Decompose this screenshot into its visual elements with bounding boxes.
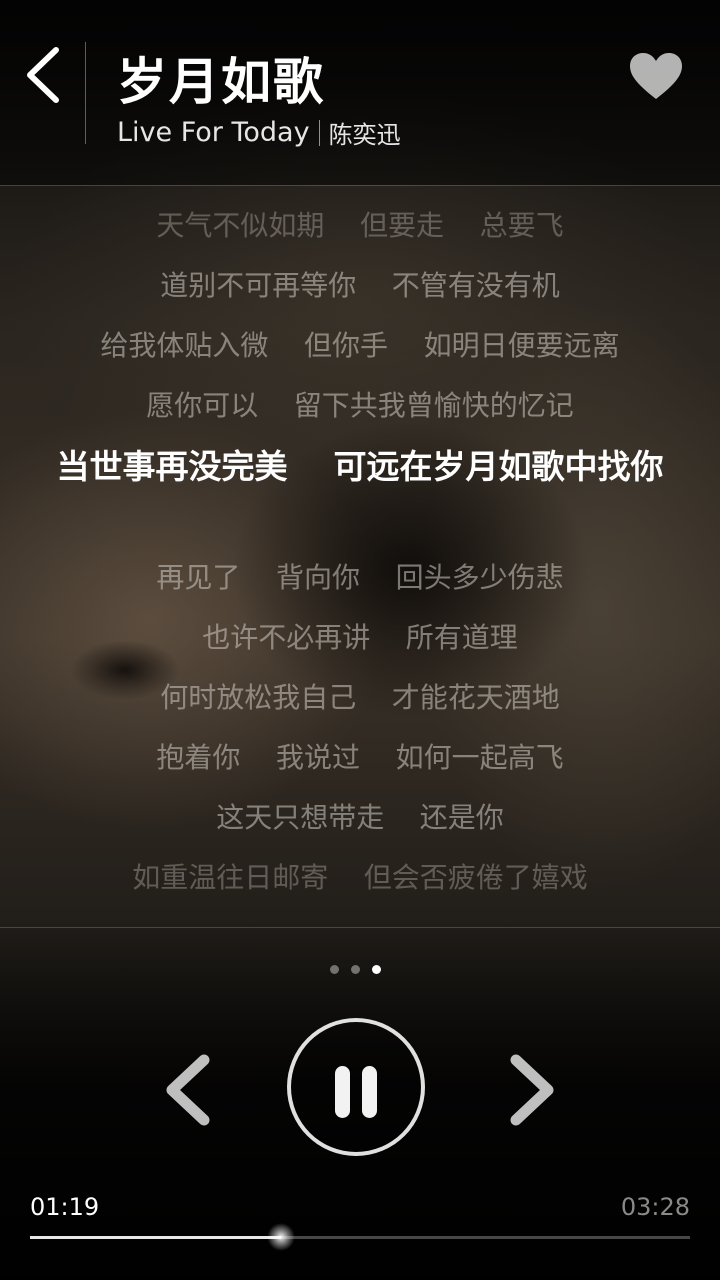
lyrics-top-divider — [0, 185, 720, 186]
play-pause-button[interactable] — [287, 1018, 425, 1156]
lyric-line: 道别不可再等你 不管有没有机 — [160, 269, 560, 302]
chevron-right-icon — [510, 1054, 554, 1126]
page-dot[interactable] — [351, 965, 360, 974]
page-indicator — [330, 965, 381, 974]
lyric-line: 天气不似如期 但要走 总要飞 — [156, 209, 564, 242]
lyric-line: 给我体贴入微 但你手 如明日便要远离 — [100, 329, 620, 362]
album-name: Live For Today — [117, 117, 310, 148]
favorite-button[interactable] — [628, 52, 684, 102]
lyric-line: 这天只想带走 还是你 — [216, 801, 504, 834]
artist-name[interactable]: 陈奕迅 — [329, 115, 401, 150]
pause-bar — [335, 1066, 350, 1118]
lyric-line: 愿你可以 留下共我曾愉快的忆记 — [146, 389, 574, 422]
lyrics-bottom-divider — [0, 927, 720, 928]
header-divider — [85, 42, 86, 144]
back-button[interactable] — [20, 40, 70, 110]
lyric-line: 如重温往日邮寄 但会否疲倦了嬉戏 — [132, 861, 588, 894]
lyric-line: 也许不必再讲 所有道理 — [202, 621, 518, 654]
lyric-line: 何时放松我自己 才能花天酒地 — [160, 681, 560, 714]
chevron-left-icon — [166, 1054, 210, 1126]
progress-fill — [30, 1236, 281, 1239]
progress-handle[interactable] — [266, 1223, 295, 1251]
chevron-left-icon — [27, 47, 59, 103]
current-time: 01:19 — [30, 1193, 100, 1221]
subtitle-separator — [318, 119, 320, 146]
lyric-line: 抱着你 我说过 如何一起高飞 — [156, 741, 564, 774]
page-dot-active[interactable] — [372, 965, 381, 974]
lyric-line: 再见了 背向你 回头多少伤悲 — [156, 561, 564, 594]
heart-icon — [630, 53, 682, 99]
song-title: 岁月如歌 — [117, 53, 325, 111]
next-track-button[interactable] — [500, 1052, 560, 1128]
previous-track-button[interactable] — [160, 1052, 220, 1128]
lyric-line-current: 当世事再没完美 可远在岁月如歌中找你 — [56, 447, 664, 486]
total-time: 03:28 — [620, 1193, 690, 1221]
pause-bar — [362, 1066, 377, 1118]
progress-bar[interactable] — [30, 1223, 690, 1251]
page-dot[interactable] — [330, 965, 339, 974]
header: 岁月如歌 Live For Today 陈奕迅 — [0, 0, 720, 185]
song-subtitle: Live For Today 陈奕迅 — [117, 115, 401, 150]
